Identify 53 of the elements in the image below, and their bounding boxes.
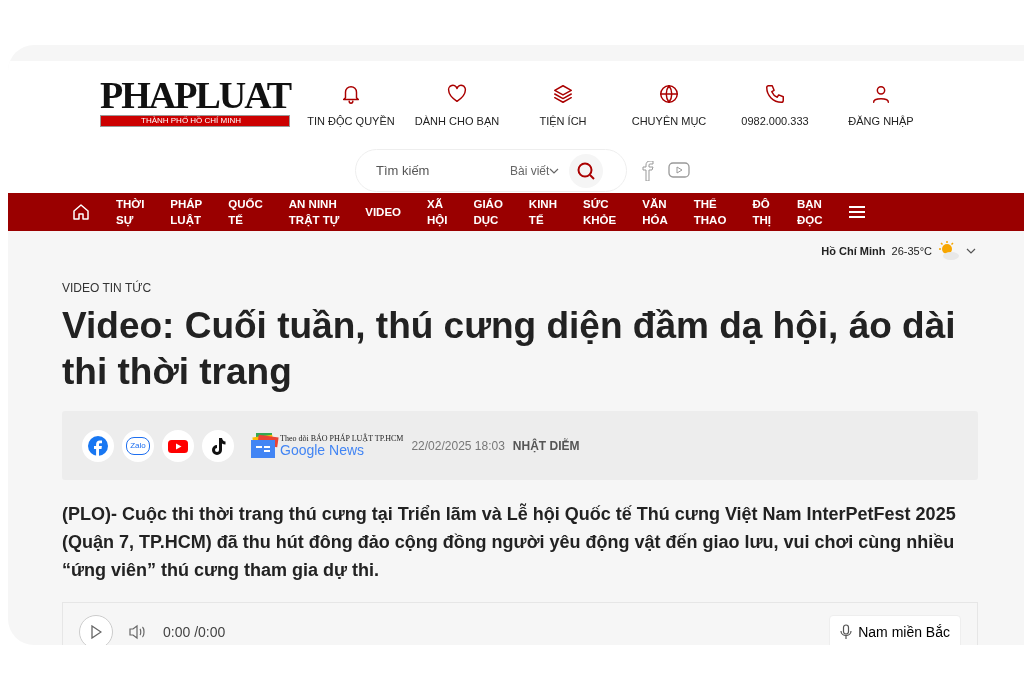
nav-link[interactable]: AN NINH TRẬT TỰ bbox=[288, 196, 340, 228]
youtube-icon[interactable] bbox=[668, 161, 690, 179]
user-icon bbox=[870, 83, 892, 105]
facebook-icon bbox=[87, 434, 109, 457]
globe-icon bbox=[658, 83, 680, 105]
nav-link[interactable]: VIDEO bbox=[365, 204, 401, 220]
google-news-caption: Theo dõi BÁO PHÁP LUẬT TP.HCM bbox=[280, 433, 404, 443]
weather-temperature: 26-35°C bbox=[891, 243, 932, 259]
nav-link[interactable]: SỨC KHỎE bbox=[583, 196, 617, 228]
home-icon[interactable] bbox=[72, 203, 90, 221]
share-button[interactable] bbox=[202, 429, 234, 462]
article-lead: (PLO)- Cuộc thi thời trang thú cưng tại Triển lãm và Lễ hội Quốc tế Thú cưng Việt Nam InterPetFest 2025 (Quận 7, TP.HCM) đã thu hút đông đảo cộng đồng người yêu động vật đến giao lưu, vui chơi cùng nhiều “ứng viên” thú cưng tham gia dự thi. bbox=[62, 502, 957, 582]
publish-date: 22/02/2025 18:03 bbox=[411, 437, 505, 455]
header-link[interactable]: DÀNH CHO BẠN bbox=[404, 83, 510, 130]
play-button[interactable] bbox=[79, 615, 113, 645]
header-link[interactable]: TIN ĐỘC QUYỀN bbox=[298, 83, 404, 130]
microphone-icon bbox=[840, 624, 853, 640]
phone-icon bbox=[764, 83, 786, 105]
header-link[interactable]: ĐĂNG NHẬP bbox=[828, 83, 934, 130]
heart-icon bbox=[446, 83, 468, 105]
nav-link[interactable]: VĂN HÓA bbox=[642, 196, 668, 228]
layers-icon bbox=[552, 83, 574, 105]
nav-link[interactable]: THỂ THAO bbox=[693, 196, 727, 228]
voice-select-button[interactable]: Nam miền Bắc bbox=[829, 614, 961, 645]
chevron-down-icon[interactable] bbox=[966, 246, 976, 256]
play-icon bbox=[90, 625, 102, 639]
author-name[interactable]: NHẬT DIỄM bbox=[512, 436, 580, 455]
header-link[interactable]: 0982.000.333 bbox=[722, 83, 828, 130]
nav-link[interactable]: KINH TẾ bbox=[528, 196, 557, 228]
menu-icon[interactable] bbox=[848, 205, 867, 219]
nav-link[interactable]: BẠN ĐỌC bbox=[796, 196, 823, 228]
nav-link[interactable]: PHÁP LUẬT bbox=[170, 196, 203, 228]
google-news-follow-link[interactable]: Theo dõi BÁO PHÁP LUẬT TP.HCM Google News bbox=[250, 432, 404, 459]
audio-time: 0:00 /0:00 bbox=[163, 622, 226, 642]
search-button[interactable] bbox=[569, 153, 604, 188]
header-link[interactable]: CHUYÊN MỤC bbox=[616, 83, 722, 130]
article-category[interactable]: VIDEO TIN TỨC bbox=[62, 279, 978, 297]
sun-cloud-icon bbox=[938, 241, 960, 261]
volume-icon[interactable] bbox=[129, 624, 147, 640]
nav-link[interactable]: QUỐC TẾ bbox=[228, 196, 263, 228]
search-icon bbox=[576, 160, 597, 181]
article-title: Video: Cuối tuần, thú cưng diện đầm dạ hội, áo dài thi thời trang bbox=[62, 304, 957, 394]
site-logo[interactable]: PHAPLUAT THÀNH PHỐ HỒ CHÍ MINH bbox=[100, 75, 291, 127]
nav-link[interactable]: ĐÔ THỊ bbox=[752, 196, 771, 228]
search-scope-dropdown[interactable]: Bài viết bbox=[510, 161, 550, 180]
bell-icon bbox=[340, 83, 362, 105]
weather-city: Hồ Chí Minh bbox=[821, 243, 886, 259]
nav-link[interactable]: XÃ HỘI bbox=[427, 196, 448, 228]
nav-link[interactable]: THỜI SỰ bbox=[116, 196, 145, 228]
share-button[interactable]: Zalo bbox=[122, 429, 154, 462]
google-news-icon bbox=[250, 432, 280, 459]
header-link[interactable]: TIỆN ÍCH bbox=[510, 83, 616, 130]
nav-link[interactable]: GIÁO DỤC bbox=[473, 196, 503, 228]
